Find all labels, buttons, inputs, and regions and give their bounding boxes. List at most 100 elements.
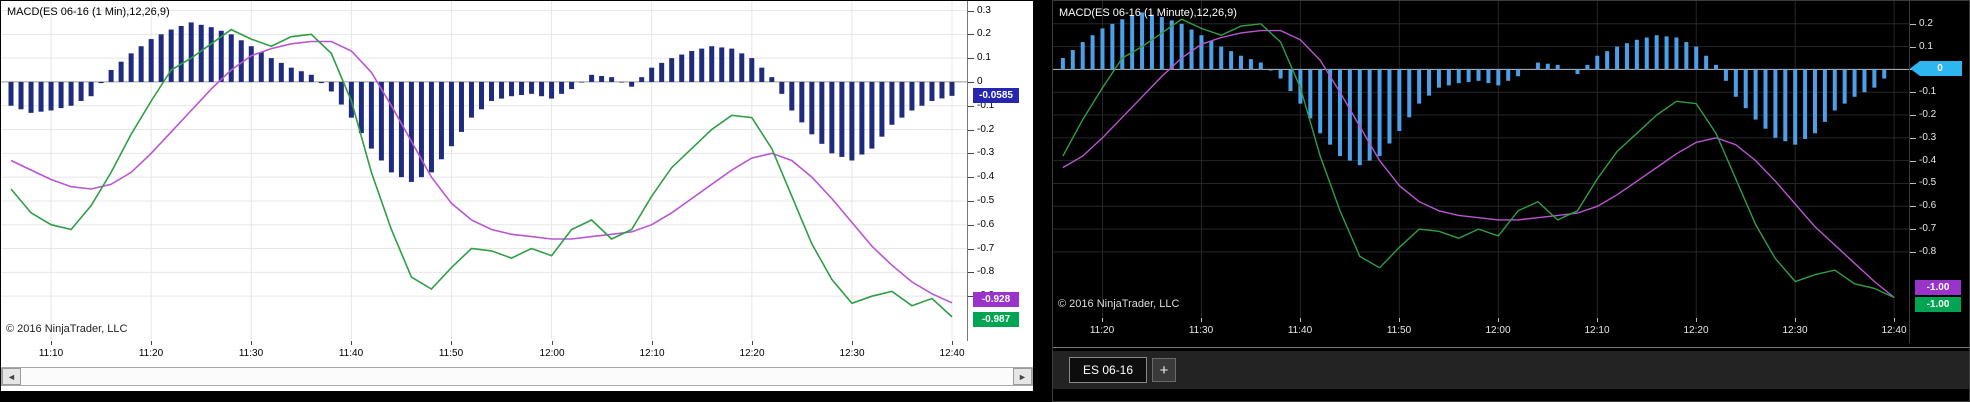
y-axis-tick [1910, 115, 1916, 116]
y-axis-label: -0.6 [977, 219, 995, 230]
last-value-badge: -0.0585 [973, 88, 1019, 103]
y-axis-label: 0.1 [977, 52, 991, 63]
right-macd-plot[interactable] [1053, 1, 1909, 318]
x-axis-label: 12:10 [1584, 325, 1610, 336]
x-axis-label: 12:30 [839, 348, 865, 359]
right-price-axis[interactable]: 0.20.10-0.1-0.2-0.3-0.4-0.5-0.6-0.7-0.80… [1909, 1, 1969, 343]
x-axis-label: 12:40 [1881, 325, 1907, 336]
left-time-axis[interactable]: 11:10 11:20 11:30 11:40 11:50 12:00 12:10 12:20… [1, 341, 967, 365]
y-axis-tick [968, 225, 974, 226]
right-chart-panel: MACD(ES 06-16 (1 Minute),12,26,9) © 2016… [1052, 0, 1970, 402]
y-axis-label: 0 [977, 76, 983, 87]
right-copyright: © 2016 NinjaTrader, LLC [1058, 298, 1180, 310]
x-axis-label: 11:40 [1287, 325, 1313, 336]
x-axis-label: 11:10 [38, 348, 64, 359]
y-axis-tick [1910, 161, 1916, 162]
y-axis-tick [1910, 229, 1916, 230]
y-axis-tick [968, 106, 974, 107]
y-axis-tick [1910, 24, 1916, 25]
y-axis-tick [1910, 92, 1916, 93]
last-value-badge: -0.987 [973, 312, 1019, 327]
y-axis-tick [1910, 47, 1916, 48]
x-axis-label: 11:40 [338, 348, 364, 359]
x-axis-tick [1597, 318, 1598, 322]
y-axis-tick [968, 130, 974, 131]
x-axis-tick [1696, 318, 1697, 322]
x-axis-tick [752, 341, 753, 345]
last-value-badge: 0 [1910, 61, 1962, 76]
x-axis-tick [1795, 318, 1796, 322]
y-axis-label: -0.3 [1919, 132, 1937, 143]
x-axis-label: 12:40 [939, 348, 965, 359]
last-value-badge: -0.928 [973, 292, 1019, 307]
x-axis-tick [1201, 318, 1202, 322]
y-axis-tick [968, 11, 974, 12]
y-axis-label: -0.4 [1919, 155, 1937, 166]
x-axis-tick [1102, 318, 1103, 322]
x-axis-label: 12:20 [739, 348, 765, 359]
y-axis-tick [1910, 138, 1916, 139]
x-axis-tick [1498, 318, 1499, 322]
right-indicator-title: MACD(ES 06-16 (1 Minute),12,26,9) [1059, 7, 1237, 19]
y-axis-label: -0.1 [1919, 86, 1937, 97]
y-axis-tick [968, 58, 974, 59]
y-axis-tick [1910, 252, 1916, 253]
x-axis-label: 11:20 [1089, 325, 1115, 336]
y-axis-label: -0.7 [1919, 223, 1937, 234]
left-indicator-title: MACD(ES 06-16 (1 Min),12,26,9) [7, 6, 170, 18]
y-axis-tick [968, 272, 974, 273]
x-axis-tick [1300, 318, 1301, 322]
chart-tab-bar: ES 06-16 + [1053, 351, 1969, 389]
x-axis-tick [952, 341, 953, 345]
y-axis-label: -0.5 [977, 195, 995, 206]
x-axis-tick [1894, 318, 1895, 322]
y-axis-label: 0.2 [977, 28, 991, 39]
left-price-axis[interactable]: 0.3 0.2 0.1 0 -0.1 -0.2 -0.3 -0.4 -0.5 -0.6 -0.7 -0… [967, 1, 1033, 341]
right-plot-area[interactable] [1053, 1, 1909, 318]
x-axis-tick [652, 341, 653, 345]
tab-es-06-16[interactable]: ES 06-16 [1069, 357, 1148, 383]
scroll-right-button[interactable]: ► [1013, 368, 1032, 385]
macd-line [1062, 18, 1895, 299]
x-axis-label: 12:00 [1485, 325, 1511, 336]
macd-histogram [1060, 12, 1897, 166]
x-axis-tick [151, 341, 152, 345]
horizontal-scrollbar[interactable]: ◄ ► [1, 367, 1033, 386]
y-axis-tick [968, 177, 974, 178]
left-plot-area[interactable] [1, 1, 967, 339]
right-time-axis[interactable]: 11:20 11:30 11:40 11:50 12:00 12:10 12:20 12:30… [1053, 318, 1909, 342]
last-value-badge: -1.00 [1915, 280, 1961, 295]
x-axis-label: 12:20 [1683, 325, 1709, 336]
x-axis-label: 11:20 [138, 348, 164, 359]
x-axis-tick [552, 341, 553, 345]
scrollbar-track[interactable] [21, 368, 1013, 385]
last-value-badge: -1.00 [1915, 297, 1961, 312]
gridlines [1, 1, 967, 339]
y-axis-tick [1910, 206, 1916, 207]
x-axis-label: 12:10 [639, 348, 665, 359]
x-axis-label: 12:30 [1782, 325, 1808, 336]
x-axis-label: 11:30 [238, 348, 264, 359]
y-axis-label: -0.3 [977, 147, 995, 158]
x-axis-tick [1399, 318, 1400, 322]
x-axis-label: 11:50 [1386, 325, 1412, 336]
y-axis-label: -0.5 [1919, 177, 1937, 188]
y-axis-label: -0.8 [1919, 246, 1937, 257]
scroll-left-button[interactable]: ◄ [2, 368, 21, 385]
left-chart-panel: MACD(ES 06-16 (1 Min),12,26,9) © 2016 Ni… [0, 0, 1034, 392]
y-axis-tick [968, 82, 974, 83]
x-axis-tick [351, 341, 352, 345]
y-axis-label: 0.1 [1919, 41, 1933, 52]
y-axis-label: -0.8 [977, 266, 995, 277]
x-axis-label: 12:00 [539, 348, 565, 359]
left-macd-plot[interactable] [1, 1, 967, 339]
y-axis-label: -0.2 [1919, 109, 1937, 120]
y-axis-label: -0.7 [977, 243, 995, 254]
chart-bottom-divider [1053, 347, 1969, 348]
y-axis-label: 0.3 [977, 5, 991, 16]
add-tab-button[interactable]: + [1152, 358, 1177, 382]
y-axis-tick [968, 249, 974, 250]
y-axis-label: -0.4 [977, 171, 995, 182]
x-axis-tick [852, 341, 853, 345]
y-axis-label: 0.2 [1919, 18, 1933, 29]
